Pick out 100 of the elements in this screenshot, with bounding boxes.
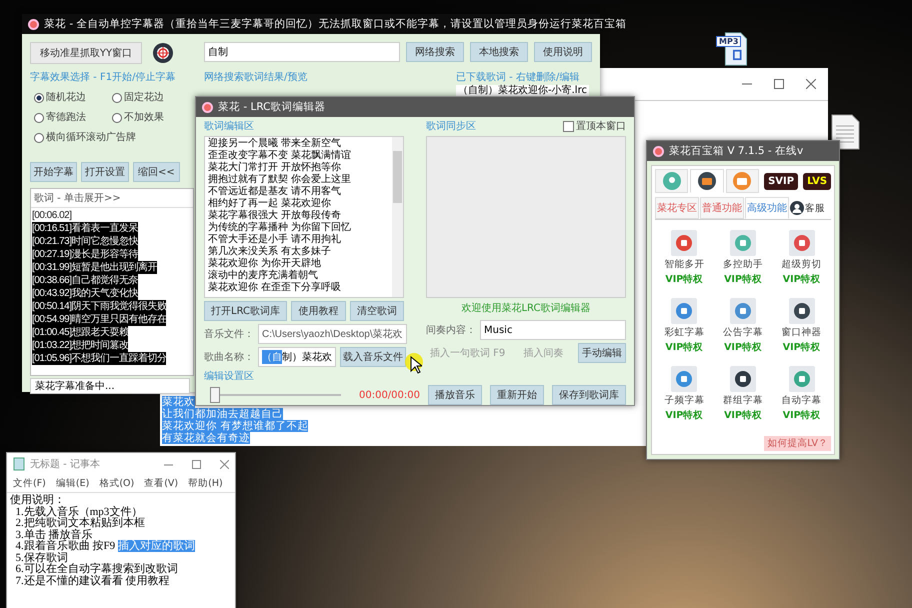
menu-item[interactable]: 文件(F) — [13, 477, 46, 490]
song-name-field[interactable]: （自制）菜花欢 — [258, 347, 336, 367]
tool-name: 自动字幕 — [782, 394, 822, 407]
pin-window-checkbox[interactable]: 置顶本窗口 — [563, 119, 626, 133]
lyric-item[interactable]: [00:06.02] — [32, 209, 72, 222]
lyric-item[interactable]: [00:54.99]晴空万里只因有他存在 — [32, 313, 166, 326]
tool-name: 智能多开 — [664, 258, 704, 271]
service-label[interactable]: 客服 — [805, 202, 825, 214]
tool-name: 子频字幕 — [664, 394, 704, 407]
maximize-icon[interactable] — [774, 79, 784, 89]
menu-item[interactable]: 编辑(E) — [56, 477, 90, 490]
tool-name: 彩虹字幕 — [664, 326, 704, 339]
lyric-line: 不管远近都是基友 请不用客气 — [208, 186, 342, 198]
sync-button[interactable]: 手动编辑 — [578, 343, 626, 363]
action-button[interactable]: 打开设置 — [81, 162, 129, 182]
lyric-item[interactable]: [01:03.22]想把时间篡改 — [32, 339, 128, 352]
tool-name: 群组字幕 — [722, 394, 763, 407]
vip-label: VIP特权 — [724, 409, 762, 422]
pin-icon — [662, 172, 681, 190]
effect-radio[interactable]: 随机花边 — [34, 92, 112, 104]
lyric-item[interactable]: [00:27.19]漫长是形容等待 — [32, 248, 138, 261]
menu-item[interactable]: 查看(V) — [144, 477, 178, 490]
list-header: 歌词 - 单击展开>> — [34, 193, 121, 204]
effect-radio[interactable]: 固定花边 — [112, 92, 190, 104]
menu-item[interactable]: 格式(O) — [99, 477, 134, 490]
group-legend: 网络搜索歌词结果/预览 — [204, 70, 308, 84]
scrollbar[interactable] — [392, 137, 403, 297]
close-icon[interactable] — [806, 79, 816, 89]
effect-radio[interactable]: 不加效果 — [112, 112, 190, 124]
flower-logo-icon — [202, 102, 213, 112]
document-file-icon[interactable] — [830, 114, 860, 150]
vip-label: VIP特权 — [665, 341, 704, 354]
lyric-line: 滚动中的麦序充满着朝气 — [208, 270, 319, 282]
status-field: 菜花字幕准备中... — [30, 378, 190, 394]
maximize-icon[interactable] — [192, 460, 201, 468]
feature-tab[interactable]: 高级功能 — [745, 197, 789, 219]
editor-button[interactable]: 打开LRC歌词库 — [204, 301, 288, 321]
editor-button[interactable]: 清空歌词 — [350, 301, 404, 321]
action-button[interactable]: 缩回<< — [132, 162, 180, 182]
notepad-icon — [13, 457, 25, 471]
lyric-item[interactable]: [00:21.73]时间它忽慢忽快 — [32, 235, 138, 248]
load-music-button[interactable]: 载入音乐文件 — [340, 347, 406, 367]
grab-window-button[interactable]: 移动准星抓取YY窗口 — [30, 42, 142, 64]
tool-icon[interactable] — [730, 366, 756, 392]
vip-label: VIP特权 — [665, 273, 704, 286]
vip-label: VIP特权 — [665, 409, 704, 422]
search-button[interactable]: 本地搜索 — [470, 42, 528, 62]
lyric-item[interactable]: [01:05.96]不想我们一直踩着切分 — [32, 352, 166, 365]
lyric-item[interactable]: [00:43.92]我的天气变化快 — [32, 287, 138, 300]
search-button[interactable]: 使用说明 — [534, 42, 592, 62]
lyric-line: 歪歪改变字幕不变 菜花飘满情谊 — [208, 150, 352, 162]
lyric-item[interactable]: [00:31.99]短暂是他出现到离开 — [32, 261, 157, 274]
tool-icon[interactable] — [788, 298, 815, 324]
action-button[interactable]: 开始字幕 — [30, 162, 78, 182]
downloaded-file-item[interactable]: （自制）菜花欢迎你-小寄.lrc — [456, 85, 589, 96]
lyric-item[interactable]: [00:16.51]看着表一直发呆 — [32, 222, 138, 235]
effect-radio[interactable]: 寄德跑法 — [34, 112, 112, 124]
welcome-text: 欢迎使用菜花LRC歌词编辑器 — [460, 302, 592, 316]
crosshair-icon[interactable] — [152, 42, 174, 64]
window-title: 菜花 - LRC歌词编辑器 — [218, 100, 326, 114]
lyric-item[interactable]: [00:38.66]自己都觉得无奈 — [32, 274, 138, 287]
player-button[interactable]: 保存到歌词库 — [552, 385, 626, 405]
mouse-pointer-icon — [410, 356, 422, 374]
lyric-line: 为传统的字幕播种 为你留下回忆 — [208, 222, 352, 234]
search-field[interactable]: 自制 — [204, 42, 400, 62]
folder-icon — [733, 172, 752, 190]
group-legend: 字幕效果选择 - F1开始/停止字幕 — [30, 70, 194, 84]
tool-name: 超级剪切 — [782, 258, 822, 271]
icon-tab[interactable] — [690, 169, 724, 193]
music-file-field[interactable]: C:\Users\yaozh\Desktop\菜花欢 — [258, 324, 407, 344]
editor-button[interactable]: 使用教程 — [291, 301, 346, 321]
lyric-line: 菜花欢迎你 在歪歪下分享呼吸 — [208, 282, 342, 294]
menu-item[interactable]: 帮助(H) — [188, 477, 223, 490]
vip-label: VIP特权 — [782, 273, 821, 286]
search-button[interactable]: 网络搜索 — [406, 42, 464, 62]
lyric-line: 菜花大门常打开 开放怀抱等你 — [208, 162, 342, 174]
player-button[interactable]: 播放音乐 — [428, 385, 482, 405]
text-area[interactable]: 使用说明： 1.先载入音乐（mp3文件） 2.把纯歌词文本粘贴到本框 3.单击 播放音乐 4.跟着音乐歌曲 按F9 插入对应的歌词 5.保存歌词 6.可以在全自动字幕搜索到改歌词 7.还是不懂的建议看看 使用教程 — [7, 493, 235, 608]
lyric-item[interactable]: [00:50.14]阴天下雨我觉得很失败 — [32, 300, 166, 313]
lyric-item[interactable]: [01:00.45]想跟老天耍赖 — [32, 326, 128, 339]
group-legend: 歌词同步区 — [426, 119, 476, 133]
close-icon[interactable] — [220, 460, 229, 468]
membership-badge[interactable]: SVIP — [764, 172, 798, 190]
lyrics-text-area[interactable]: 迎接另一个晨曦 带来全新空气 歪歪改变字幕不变 菜花飘满情谊 菜花大门常打开 开放怀抱等你 拥抱过就有了默契 你会爱上这里 不管远近都是基友 请不用客气 相约好了再一起 菜花欢迎你 菜花字幕很强大 开放每段传奇 为传统的字幕播种 为你留下回忆 不管大手还是小手 请不用拘礼 第几次来没关系 有太多妹子 菜花欢迎你 为你开天辟地 滚动中的麦序充满着朝气 菜花欢迎你 在歪歪下分享呼吸 — [204, 136, 404, 298]
lyric-line: 第几次来没关系 有太多妹子 — [208, 246, 332, 258]
feature-tab[interactable]: 普通功能 — [700, 197, 744, 219]
feature-tab[interactable]: 菜花专区 — [655, 197, 699, 219]
person-icon[interactable] — [790, 201, 804, 215]
player-button[interactable]: 重新开始 — [490, 385, 544, 405]
membership-badge[interactable]: LVS — [803, 172, 832, 190]
group-legend: 歌词编辑区 — [204, 119, 404, 133]
lyric-line: 不管大手还是小手 请不用拘礼 — [208, 234, 342, 246]
effect-radio[interactable]: 横向循环滚动广告牌 — [34, 132, 190, 144]
tool-name: 多控助手 — [722, 258, 763, 271]
window-title: 菜花百宝箱 V 7.1.5 - 在线v — [669, 144, 804, 158]
lyric-line: 拥抱过就有了默契 你会爱上这里 — [208, 174, 352, 186]
interlude-field[interactable]: Music — [480, 320, 626, 340]
lyric-line: 菜花欢迎你 为你开天辟地 — [208, 258, 322, 270]
slider-thumb[interactable] — [210, 387, 220, 403]
file-type-label: MP3 — [716, 36, 742, 47]
